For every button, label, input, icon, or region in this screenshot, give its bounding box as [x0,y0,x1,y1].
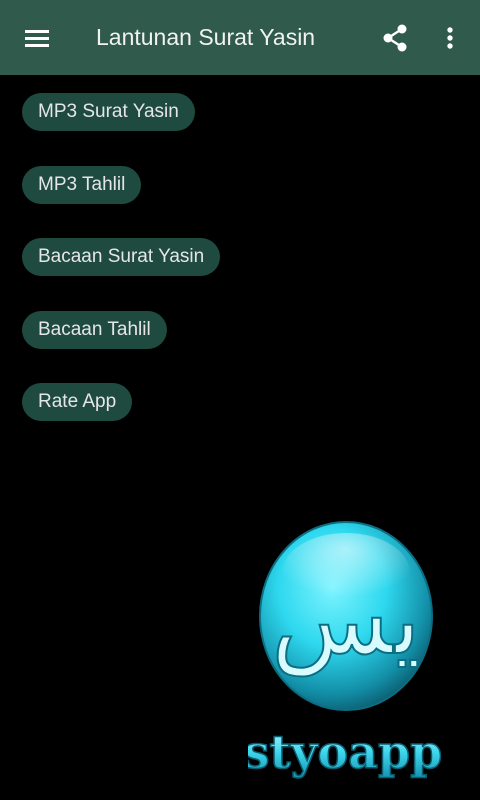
app-toolbar: Lantunan Surat Yasin [0,0,480,75]
more-options-button[interactable] [428,14,472,62]
menu-button[interactable] [12,14,60,62]
more-vert-icon [447,27,453,49]
logo-brand-text: styoapp [248,725,442,779]
menu-item-mp3-surat-yasin[interactable]: MP3 Surat Yasin [22,93,195,131]
styoapp-logo: يس styoapp [243,518,448,788]
menu-item-mp3-tahlil[interactable]: MP3 Tahlil [22,166,142,204]
hamburger-menu-icon [25,30,49,47]
menu-item-bacaan-surat-yasin[interactable]: Bacaan Surat Yasin [22,238,221,276]
app-title: Lantunan Surat Yasin [96,24,316,50]
menu-item-bacaan-tahlil[interactable]: Bacaan Tahlil [22,311,167,349]
logo-graphic: يس styoapp [243,521,443,780]
share-button[interactable] [371,14,419,62]
logo-arabic-text: يس [271,564,420,677]
share-icon [383,24,407,52]
menu-item-rate-app[interactable]: Rate App [22,383,133,421]
